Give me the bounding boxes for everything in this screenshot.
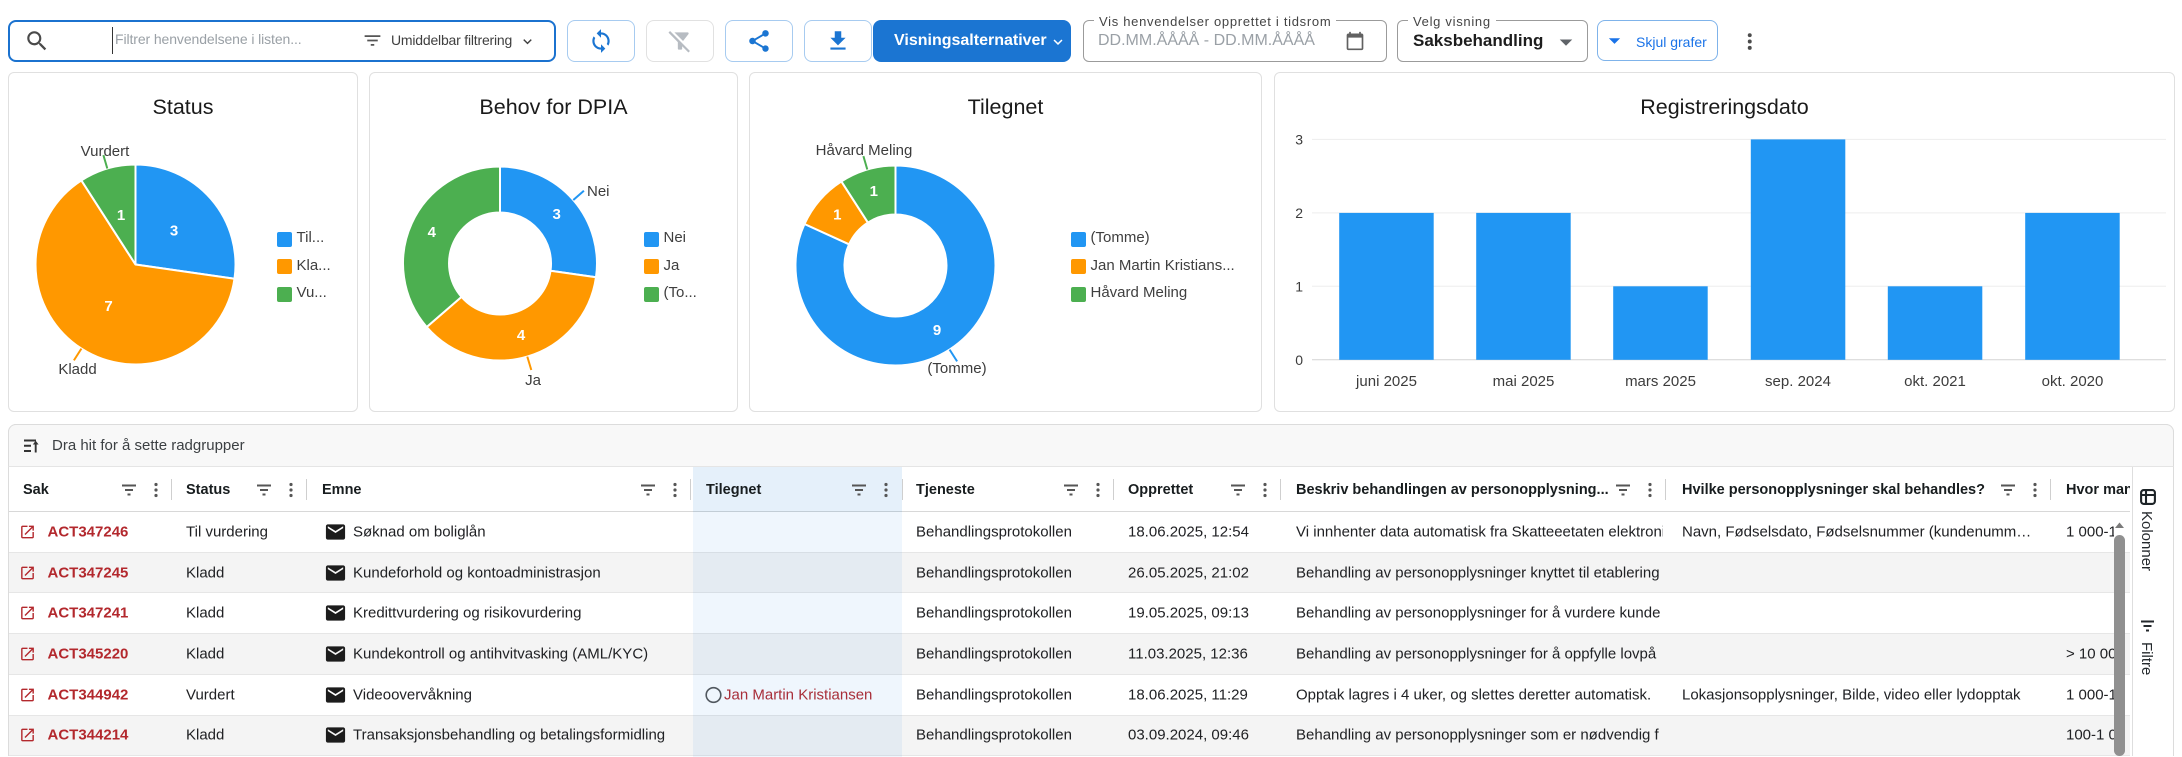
svg-text:7: 7 [104, 298, 112, 315]
svg-text:1: 1 [833, 207, 841, 224]
svg-text:sep. 2024: sep. 2024 [1765, 373, 1831, 390]
svg-text:Ja: Ja [525, 372, 542, 389]
svg-text:Håvard Meling: Håvard Meling [816, 142, 913, 159]
svg-text:1: 1 [1295, 278, 1303, 294]
svg-text:mai 2025: mai 2025 [1493, 373, 1555, 390]
svg-text:0: 0 [1295, 352, 1303, 368]
svg-text:4: 4 [428, 224, 437, 241]
svg-text:1: 1 [117, 207, 125, 224]
svg-text:3: 3 [553, 206, 561, 223]
svg-text:2: 2 [1295, 205, 1303, 221]
svg-text:Nei: Nei [587, 183, 610, 200]
svg-text:3: 3 [1295, 131, 1303, 147]
svg-text:juni 2025: juni 2025 [1355, 373, 1417, 390]
svg-text:4: 4 [517, 327, 526, 344]
svg-text:Vurdert: Vurdert [81, 143, 130, 160]
svg-text:okt. 2020: okt. 2020 [2042, 373, 2104, 390]
svg-text:Kladd: Kladd [58, 361, 96, 378]
svg-text:9: 9 [933, 322, 941, 339]
svg-text:(Tomme): (Tomme) [927, 360, 986, 377]
svg-text:3: 3 [170, 223, 178, 240]
svg-text:okt. 2021: okt. 2021 [1904, 373, 1966, 390]
svg-text:mars 2025: mars 2025 [1625, 373, 1696, 390]
svg-text:1: 1 [870, 183, 878, 200]
